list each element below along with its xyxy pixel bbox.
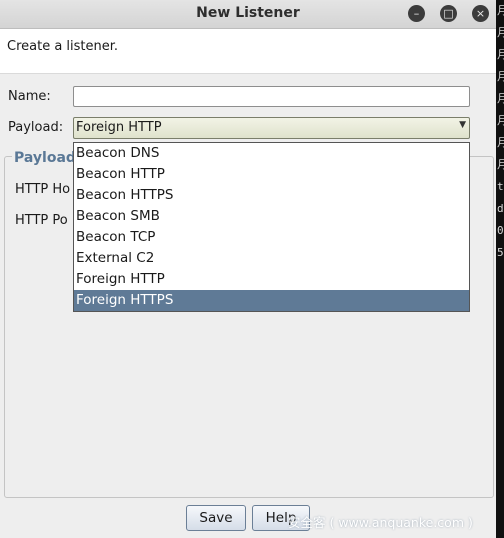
payload-option[interactable]: Beacon SMB: [74, 206, 469, 227]
description-banner: Create a listener.: [0, 29, 496, 74]
payload-option-highlighted[interactable]: Foreign HTTPS: [74, 290, 469, 311]
maximize-icon[interactable]: □: [440, 5, 457, 22]
minimize-icon[interactable]: –: [408, 5, 425, 22]
terminal-char: 月: [497, 48, 504, 61]
payload-label: Payload:: [8, 120, 64, 135]
payload-selected-value: Foreign HTTP: [76, 120, 162, 135]
save-button[interactable]: Save: [186, 505, 246, 531]
terminal-char: 月: [497, 158, 504, 171]
payload-option[interactable]: Foreign HTTP: [74, 269, 469, 290]
terminal-char: 0: [497, 224, 504, 237]
payload-option[interactable]: Beacon DNS: [74, 143, 469, 164]
terminal-char: 月: [497, 92, 504, 105]
payload-option[interactable]: Beacon HTTPS: [74, 185, 469, 206]
payload-group-title: Payload: [12, 150, 78, 166]
name-label: Name:: [8, 89, 51, 104]
chevron-down-icon[interactable]: ▼: [459, 120, 466, 130]
name-input[interactable]: [73, 86, 470, 107]
terminal-char: 月: [497, 4, 504, 17]
http-host-label: HTTP Ho: [15, 182, 71, 197]
terminal-char: 月: [497, 70, 504, 83]
watermark: 安全客 ( www.anquanke.com ): [288, 515, 473, 530]
payload-dropdown-list[interactable]: Beacon DNS Beacon HTTP Beacon HTTPS Beac…: [73, 142, 470, 312]
new-listener-dialog: New Listener – □ × Create a listener. Na…: [0, 0, 496, 538]
payload-option[interactable]: Beacon TCP: [74, 227, 469, 248]
background-terminal: 月 月 月 月 月 月 月 月 t d 0 5: [496, 0, 504, 538]
terminal-char: d: [497, 202, 504, 215]
terminal-char: 月: [497, 136, 504, 149]
terminal-char: 5: [497, 246, 504, 259]
payload-combobox[interactable]: Foreign HTTP ▼: [73, 117, 470, 139]
terminal-char: t: [497, 180, 504, 193]
terminal-char: 月: [497, 26, 504, 39]
title-bar: New Listener – □ ×: [0, 0, 496, 29]
payload-option[interactable]: Beacon HTTP: [74, 164, 469, 185]
banner-text: Create a listener.: [7, 39, 119, 54]
http-port-label: HTTP Po: [15, 213, 68, 228]
payload-option[interactable]: External C2: [74, 248, 469, 269]
terminal-char: 月: [497, 114, 504, 127]
close-icon[interactable]: ×: [472, 5, 489, 22]
